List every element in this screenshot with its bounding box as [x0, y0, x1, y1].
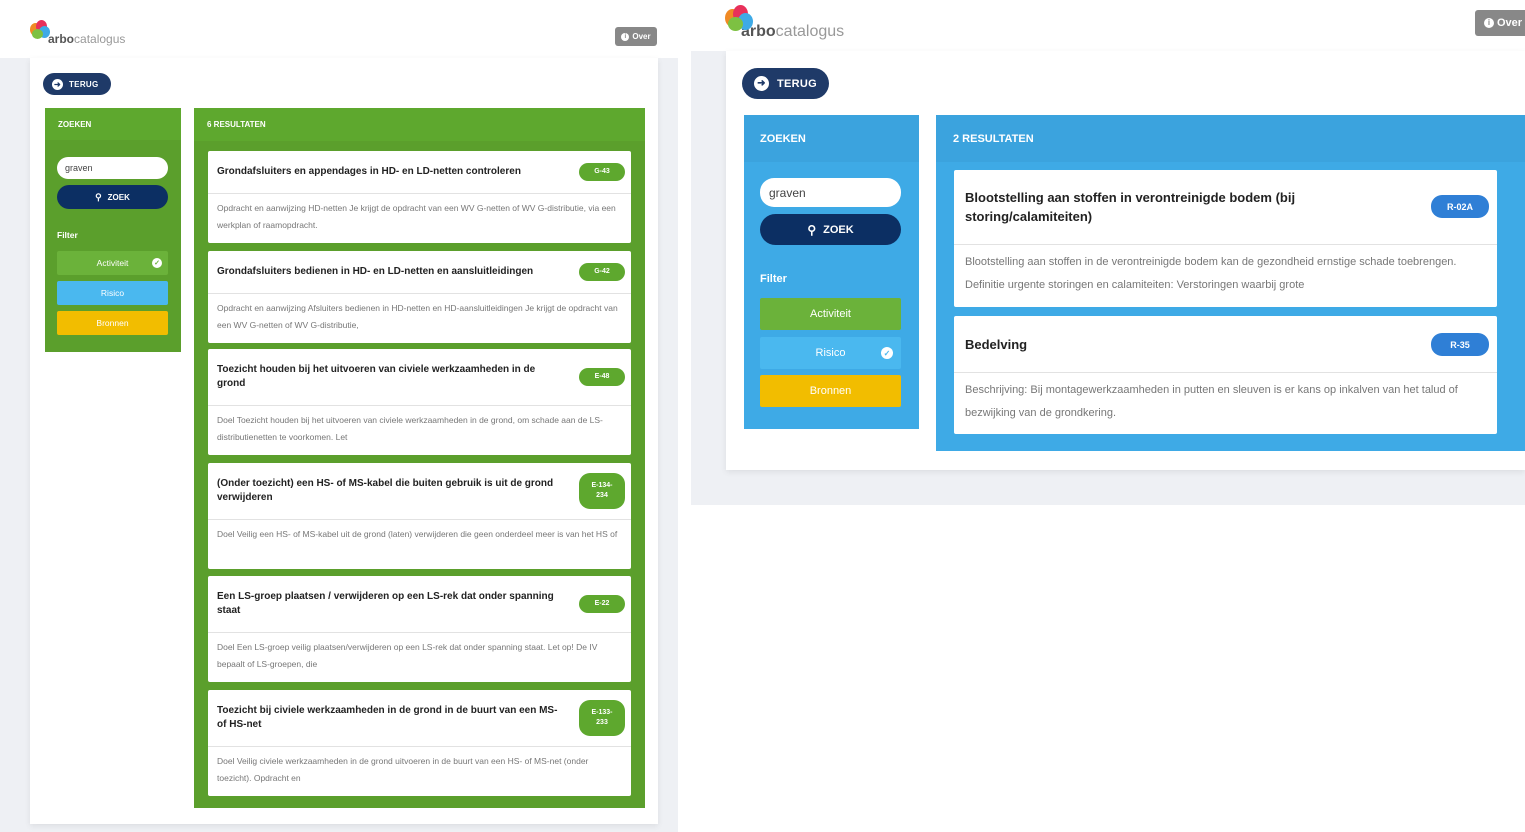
filter-bronnen[interactable]: Bronnen [760, 375, 901, 407]
arrow-left-icon: ➜ [754, 76, 769, 91]
top-bar: arbocatalogus i Over [0, 0, 678, 58]
brand-logo[interactable]: arbocatalogus [30, 20, 125, 46]
result-code-badge: R-35 [1431, 333, 1489, 356]
result-title: Bedelving [965, 337, 1028, 352]
result-title: Blootstelling aan stoffen in verontreini… [965, 190, 1296, 224]
result-card[interactable]: (Onder toezicht) een HS- of MS-kabel die… [208, 463, 631, 569]
zoek-label: ZOEK [107, 192, 130, 202]
filter-title: Filter [760, 273, 787, 285]
result-title: (Onder toezicht) een HS- of MS-kabel die… [217, 478, 554, 503]
result-code-badge: G-42 [579, 263, 625, 281]
brand-name: arbocatalogus [741, 23, 845, 40]
search-panel: ZOEKEN ⚲ ZOEK Filter Activiteit Risico ✓… [744, 115, 919, 429]
result-card[interactable]: Een LS-groep plaatsen / verwijderen op e… [208, 576, 631, 682]
result-description: Opdracht en aanwijzing HD-netten Je krij… [217, 203, 616, 230]
results-count: 2 RESULTATEN [936, 115, 1525, 162]
filter-activiteit[interactable]: Activiteit ✓ [57, 251, 168, 275]
filter-title: Filter [57, 230, 78, 240]
filter-risico-label: Risico [815, 347, 846, 359]
result-card[interactable]: Grondafsluiters bedienen in HD- en LD-ne… [208, 251, 631, 343]
filter-risico[interactable]: Risico ✓ [760, 337, 901, 369]
filter-bronnen-label: Bronnen [96, 318, 129, 328]
search-icon: ⚲ [95, 191, 102, 202]
back-label: TERUG [69, 79, 99, 89]
result-code-badge: R-02A [1431, 195, 1489, 218]
result-title: Grondafsluiters bedienen in HD- en LD-ne… [217, 266, 534, 277]
logo-mark-icon [725, 5, 755, 33]
filter-activiteit[interactable]: Activiteit [760, 298, 901, 330]
check-icon: ✓ [881, 347, 893, 359]
search-icon: ⚲ [807, 222, 817, 237]
filter-bronnen[interactable]: Bronnen [57, 311, 168, 335]
result-code-badge: E-134-234 [579, 473, 625, 509]
results-panel: 2 RESULTATEN Blootstelling aan stoffen i… [936, 115, 1525, 451]
result-description: Opdracht en aanwijzing Afsluiters bedien… [217, 303, 618, 330]
result-description: Blootstelling aan stoffen in de verontre… [965, 256, 1457, 291]
search-panel-title: ZOEKEN [744, 115, 919, 162]
result-card[interactable]: Toezicht houden bij het uitvoeren van ci… [208, 349, 631, 455]
filter-activiteit-label: Activiteit [810, 308, 851, 320]
arrow-left-icon: ➜ [52, 78, 63, 90]
results-panel: 6 RESULTATEN Grondafsluiters en appendag… [194, 108, 645, 808]
result-code-badge: G-43 [579, 163, 625, 181]
result-card[interactable]: Bedelving R-35 Beschrijving: Bij montage… [954, 316, 1497, 434]
filter-bronnen-label: Bronnen [809, 385, 852, 397]
check-icon: ✓ [152, 258, 162, 268]
zoek-button[interactable]: ⚲ ZOEK [760, 214, 901, 245]
filter-activiteit-label: Activiteit [96, 258, 129, 268]
result-code-badge: E-133-233 [579, 700, 625, 736]
zoek-label: ZOEK [823, 223, 854, 236]
over-label: Over [632, 32, 651, 41]
result-description: Doel Veilig civiele werkzaamheden in de … [217, 756, 589, 783]
search-input[interactable] [57, 157, 168, 179]
over-label: Over [1496, 17, 1523, 29]
result-description: Doel Toezicht houden bij het uitvoeren v… [217, 415, 603, 442]
back-button[interactable]: ➜ TERUG [742, 68, 829, 99]
brand-logo[interactable]: arbocatalogus [725, 5, 844, 40]
zoek-button[interactable]: ⚲ ZOEK [57, 185, 168, 209]
result-card[interactable]: Blootstelling aan stoffen in verontreini… [954, 170, 1497, 307]
search-panel: ZOEKEN ⚲ ZOEK Filter Activiteit ✓ Risico… [45, 108, 181, 352]
over-button[interactable]: i Over [1475, 10, 1525, 36]
page-content: ➜ TERUG ZOEKEN ⚲ ZOEK Filter Activiteit … [726, 51, 1525, 470]
filter-risico[interactable]: Risico [57, 281, 168, 305]
screenshot-activiteit-view: arbocatalogus i Over ➜ TERUG ZOEKEN ⚲ ZO… [0, 0, 678, 832]
result-card[interactable]: Grondafsluiters en appendages in HD- en … [208, 151, 631, 243]
top-bar: arbocatalogus i Over [691, 0, 1525, 51]
result-card[interactable]: Toezicht bij civiele werkzaamheden in de… [208, 690, 631, 796]
result-title: Toezicht houden bij het uitvoeren van ci… [217, 364, 536, 389]
filter-risico-label: Risico [100, 288, 125, 298]
search-panel-title: ZOEKEN [45, 108, 181, 140]
back-button[interactable]: ➜ TERUG [43, 73, 111, 95]
screenshot-risico-view: arbocatalogus i Over ➜ TERUG ZOEKEN ⚲ ZO… [691, 0, 1525, 505]
logo-mark-icon [30, 20, 52, 40]
page-content: ➜ TERUG ZOEKEN ⚲ ZOEK Filter Activiteit … [30, 58, 658, 824]
results-count: 6 RESULTATEN [194, 108, 645, 141]
result-description: Doel Een LS-groep veilig plaatsen/verwij… [217, 642, 598, 669]
result-description: Beschrijving: Bij montagewerkzaamheden i… [965, 384, 1458, 419]
search-input[interactable] [760, 178, 901, 207]
result-description: Doel Veilig een HS- of MS-kabel uit de g… [217, 529, 618, 539]
back-label: TERUG [777, 77, 817, 90]
brand-name: arbocatalogus [48, 32, 126, 46]
result-code-badge: E-22 [579, 595, 625, 613]
result-title: Een LS-groep plaatsen / verwijderen op e… [217, 591, 554, 616]
result-title: Grondafsluiters en appendages in HD- en … [217, 166, 521, 177]
info-icon: i [621, 32, 630, 41]
result-title: Toezicht bij civiele werkzaamheden in de… [217, 705, 558, 730]
info-icon: i [1483, 18, 1494, 28]
over-button[interactable]: i Over [615, 27, 657, 46]
result-code-badge: E-48 [579, 368, 625, 386]
